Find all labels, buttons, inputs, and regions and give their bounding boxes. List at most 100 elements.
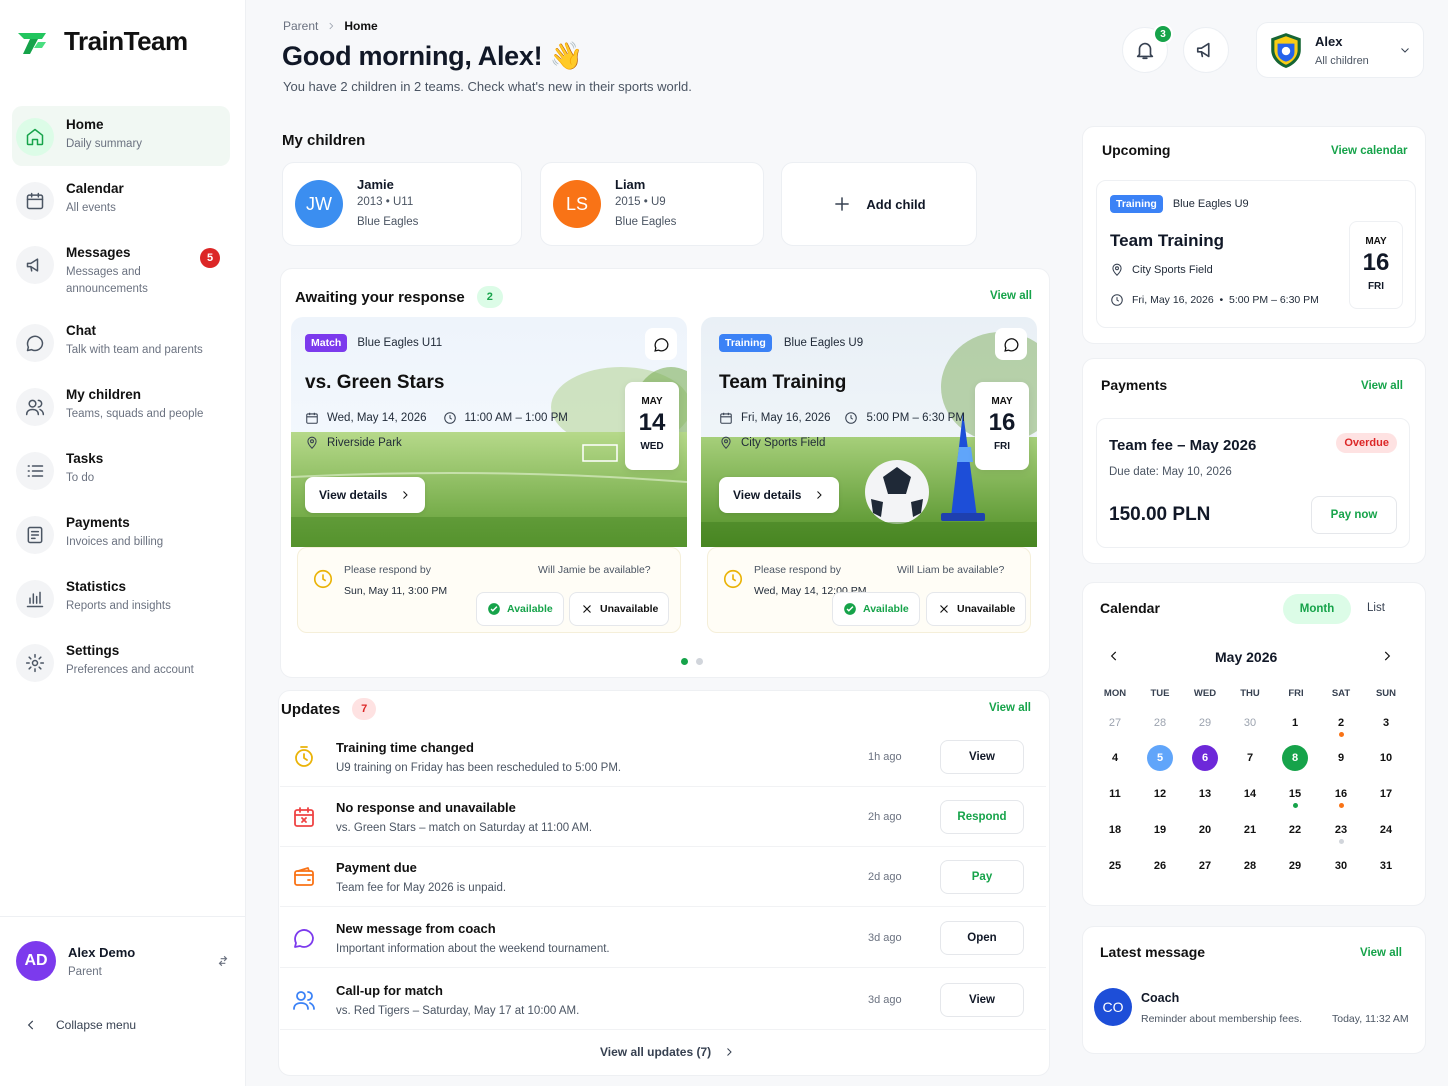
calendar-day[interactable]: 17	[1373, 781, 1399, 807]
calendar-day[interactable]: 24	[1373, 817, 1399, 843]
nav-title: Chat	[66, 323, 96, 338]
calendar-day[interactable]: 22	[1282, 817, 1308, 843]
nav-title: Tasks	[66, 451, 104, 466]
calendar-month-toggle[interactable]: Month	[1283, 594, 1351, 624]
app-logo[interactable]: TrainTeam	[16, 26, 188, 57]
nav-item-tasks[interactable]: Tasks To do	[12, 440, 230, 500]
view-details-button[interactable]: View details	[719, 477, 840, 513]
breadcrumb-parent[interactable]: Parent	[283, 19, 318, 33]
chevron-right-icon[interactable]	[1380, 649, 1394, 663]
event-card-match[interactable]: Match Blue Eagles U11 vs. Green Stars We…	[291, 317, 687, 647]
latest-message-item[interactable]: CO Coach Reminder about membership fees.…	[1094, 988, 1416, 1032]
calendar-day[interactable]: 14	[1237, 781, 1263, 807]
update-action-button[interactable]: Open	[940, 920, 1024, 955]
calendar-day[interactable]: 5	[1147, 745, 1173, 771]
event-date: Wed, May 14, 2026	[327, 412, 427, 424]
calendar-day[interactable]: 27	[1192, 853, 1218, 879]
switch-icon[interactable]	[216, 954, 230, 968]
event-card-training[interactable]: Training Blue Eagles U9 Team Training Fr…	[701, 317, 1037, 647]
available-button[interactable]: Available	[832, 592, 920, 626]
update-row[interactable]: New message from coach Important informat…	[280, 908, 1046, 968]
main-nav: Home Daily summary Calendar All events Mes…	[12, 106, 230, 696]
view-details-button[interactable]: View details	[305, 477, 426, 513]
calendar-day[interactable]: 29	[1192, 710, 1218, 736]
calendar-day[interactable]: 10	[1373, 745, 1399, 771]
announcements-button[interactable]	[1183, 27, 1229, 73]
calendar-day[interactable]: 26	[1147, 853, 1173, 879]
club-crest-icon	[1271, 33, 1301, 68]
calendar-day[interactable]: 11	[1102, 781, 1128, 807]
update-row[interactable]: Training time changed U9 training on Frid…	[280, 727, 1046, 787]
update-row[interactable]: Payment due Team fee for May 2026 is unpa…	[280, 847, 1046, 907]
upcoming-event-card[interactable]: Training Blue Eagles U9 Team Training Ci…	[1096, 180, 1416, 328]
nav-item-settings[interactable]: Settings Preferences and account	[12, 632, 230, 692]
update-action-button[interactable]: Pay	[940, 859, 1024, 894]
calendar-day[interactable]: 8	[1282, 745, 1308, 771]
event-chat-button[interactable]	[995, 328, 1027, 360]
child-card-jamie[interactable]: JW Jamie 2013 • U11 Blue Eagles	[282, 162, 522, 246]
chevron-left-icon[interactable]	[1107, 649, 1121, 663]
weekday-header: TUE	[1150, 688, 1170, 699]
calendar-day[interactable]: 28	[1147, 710, 1173, 736]
calendar-day[interactable]: 30	[1237, 710, 1263, 736]
unavailable-button[interactable]: Unavailable	[569, 592, 670, 626]
calendar-day[interactable]: 25	[1102, 853, 1128, 879]
clock-icon	[845, 412, 858, 424]
calendar-day[interactable]: 1	[1282, 710, 1308, 736]
update-action-button[interactable]: View	[940, 982, 1024, 1017]
unavailable-button[interactable]: Unavailable	[926, 592, 1027, 626]
calendar-day[interactable]: 31	[1373, 853, 1399, 879]
view-calendar-link[interactable]: View calendar	[1331, 145, 1408, 157]
calendar-day[interactable]: 3	[1373, 710, 1399, 736]
calendar-day[interactable]: 20	[1192, 817, 1218, 843]
update-action-button[interactable]: Respond	[940, 799, 1024, 834]
calendar-day[interactable]: 13	[1192, 781, 1218, 807]
calendar-day[interactable]: 30	[1328, 853, 1354, 879]
user-profile[interactable]: AD Alex Demo Parent	[0, 916, 246, 1005]
calendar-day[interactable]: 7	[1237, 745, 1263, 771]
nav-item-messages[interactable]: Messages Messages and announcements 5	[12, 234, 230, 308]
app-name: TrainTeam	[64, 26, 188, 56]
event-team: Blue Eagles U9	[783, 337, 864, 349]
calendar-day[interactable]: 19	[1147, 817, 1173, 843]
awaiting-view-all-link[interactable]: View all	[990, 290, 1032, 302]
latest-message-view-all-link[interactable]: View all	[1360, 947, 1402, 959]
nav-item-calendar[interactable]: Calendar All events	[12, 170, 230, 230]
calendar-day[interactable]: 28	[1237, 853, 1263, 879]
nav-item-chat[interactable]: Chat Talk with team and parents	[12, 312, 230, 372]
notifications-button[interactable]: 3	[1122, 24, 1173, 73]
calendar-day[interactable]: 4	[1102, 745, 1128, 771]
event-chat-button[interactable]	[645, 328, 677, 360]
child-card-liam[interactable]: LS Liam 2015 • U9 Blue Eagles	[540, 162, 764, 246]
update-title: Call-up for match	[336, 982, 443, 998]
calendar-day[interactable]: 9	[1328, 745, 1354, 771]
profile-switcher[interactable]: Alex All children	[1256, 22, 1424, 78]
location-pin-icon	[1112, 263, 1122, 276]
calendar-list-toggle[interactable]: List	[1367, 602, 1385, 614]
nav-item-my-children[interactable]: My children Teams, squads and people	[12, 376, 230, 436]
carousel-dot[interactable]	[696, 658, 703, 665]
update-row[interactable]: No response and unavailable vs. Green Sta…	[280, 787, 1046, 847]
calendar-day[interactable]: 29	[1282, 853, 1308, 879]
add-child-button[interactable]: Add child	[781, 162, 977, 246]
nav-item-payments[interactable]: Payments Invoices and billing	[12, 504, 230, 564]
calendar-day[interactable]: 6	[1192, 745, 1218, 771]
calendar-day[interactable]: 12	[1147, 781, 1173, 807]
update-action-button[interactable]: View	[940, 739, 1024, 774]
pay-now-button[interactable]: Pay now	[1311, 496, 1397, 534]
event-type-tag: Training	[1110, 195, 1163, 213]
calendar-day[interactable]: 27	[1102, 710, 1128, 736]
calendar-day[interactable]: 18	[1102, 817, 1128, 843]
update-row[interactable]: Call-up for match vs. Red Tigers – Saturd…	[280, 970, 1046, 1030]
nav-item-statistics[interactable]: Statistics Reports and insights	[12, 568, 230, 628]
carousel-dot-active[interactable]	[681, 658, 688, 665]
view-all-updates-link[interactable]: View all updates (7)	[600, 1045, 735, 1059]
payments-view-all-link[interactable]: View all	[1361, 380, 1403, 392]
nav-subtitle: Invoices and billing	[66, 536, 164, 548]
calendar-day[interactable]: 21	[1237, 817, 1263, 843]
collapse-menu-button[interactable]: Collapse menu	[24, 1018, 136, 1032]
updates-view-all-link[interactable]: View all	[989, 702, 1031, 714]
event-title: Team Training	[1110, 231, 1224, 250]
nav-item-home[interactable]: Home Daily summary	[12, 106, 230, 166]
available-button[interactable]: Available	[476, 592, 564, 626]
